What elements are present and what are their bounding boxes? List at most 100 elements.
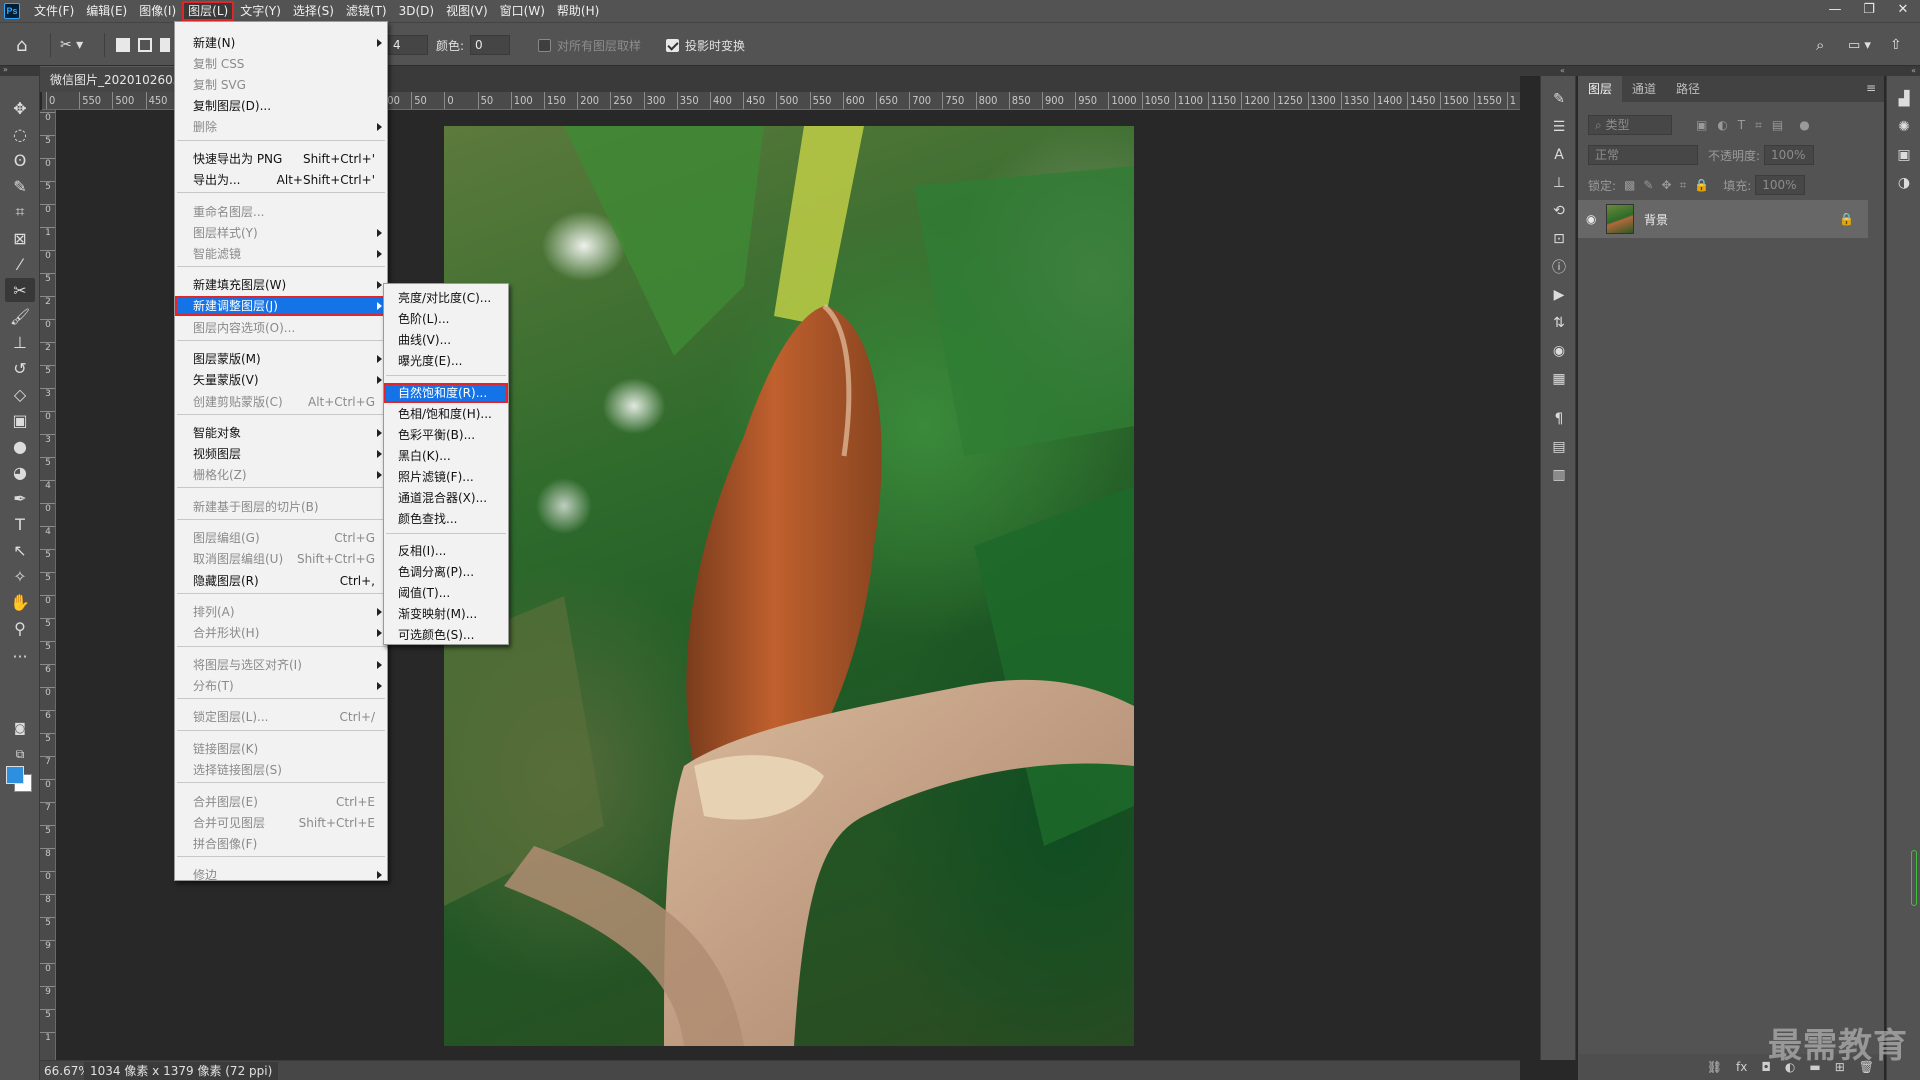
collapse-left-icon[interactable]: « bbox=[1560, 66, 1565, 75]
menu-edit[interactable]: 编辑(E) bbox=[80, 1, 133, 21]
menu-image[interactable]: 图像(I) bbox=[133, 1, 182, 21]
projected-transform-checkbox[interactable] bbox=[666, 38, 679, 52]
info-icon[interactable]: ⓘ bbox=[1547, 256, 1571, 278]
layer-menu-item[interactable]: 取消图层编组(U) Shift+Ctrl+G bbox=[175, 549, 387, 569]
menu-type[interactable]: 文字(Y) bbox=[234, 1, 287, 21]
layer-row-background[interactable]: ◉ 背景 🔒 bbox=[1578, 200, 1868, 238]
layer-menu-item[interactable]: 合并可见图层 Shift+Ctrl+E bbox=[175, 813, 387, 833]
more-tools-icon[interactable]: ··· bbox=[5, 644, 35, 668]
adjustment-submenu-item[interactable]: 渐变映射(M)... bbox=[384, 604, 508, 624]
layer-menu-item[interactable]: 隐藏图层(R) Ctrl+, bbox=[175, 571, 387, 591]
panel-collapse-bar[interactable]: « « bbox=[1520, 66, 1920, 76]
layer-menu-item[interactable]: 新建(N) bbox=[175, 33, 387, 53]
filter-type-icons[interactable]: ▣◐T⌗▤ bbox=[1696, 118, 1793, 133]
character-icon[interactable]: A bbox=[1547, 144, 1571, 166]
link-layers-icon[interactable]: ⛓ bbox=[1707, 1060, 1722, 1074]
home-icon[interactable]: ⌂ bbox=[16, 23, 27, 67]
pen-tool-icon[interactable]: ✒ bbox=[5, 486, 35, 510]
export-panel-icon[interactable]: ▣ bbox=[1892, 144, 1916, 166]
filter-toggle-icon[interactable]: ● bbox=[1799, 118, 1809, 132]
layer-menu-item[interactable]: 复制 SVG bbox=[175, 75, 387, 95]
adjustment-submenu-item[interactable]: 色彩平衡(B)... bbox=[384, 425, 508, 445]
layer-menu-item[interactable]: 导出为... Alt+Shift+Ctrl+' bbox=[175, 170, 387, 190]
layer-menu-item[interactable]: 图层内容选项(O)... bbox=[175, 318, 387, 338]
share-icon[interactable]: ⇧ bbox=[1890, 23, 1902, 67]
layer-menu-item[interactable]: 创建剪贴蒙版(C) Alt+Ctrl+G bbox=[175, 392, 387, 412]
menu-layer[interactable]: 图层(L) bbox=[182, 1, 235, 21]
stamp-tool-icon[interactable]: ⊥ bbox=[5, 330, 35, 354]
gradient-tool-icon[interactable]: ▣ bbox=[5, 408, 35, 432]
color-input[interactable]: 0 bbox=[470, 35, 511, 55]
adjustment-submenu-item[interactable]: 黑白(K)... bbox=[384, 446, 508, 466]
notes-icon[interactable]: ▥ bbox=[1547, 464, 1571, 486]
layer-menu-item[interactable]: 复制 CSS bbox=[175, 54, 387, 74]
layer-menu-item[interactable]: 图层编组(G) Ctrl+G bbox=[175, 528, 387, 548]
menu-3d[interactable]: 3D(D) bbox=[393, 1, 440, 21]
layer-menu-item[interactable]: 智能对象 bbox=[175, 423, 387, 443]
menu-view[interactable]: 视图(V) bbox=[440, 1, 494, 21]
layer-menu-item[interactable]: 合并形状(H) bbox=[175, 623, 387, 643]
toolbar-collapse-icon[interactable]: » bbox=[0, 66, 40, 76]
properties-icon[interactable]: ⊡ bbox=[1547, 228, 1571, 250]
zoom-tool-icon[interactable]: ⚲ bbox=[5, 616, 35, 640]
type-tool-icon[interactable]: T bbox=[5, 512, 35, 536]
quick-select-tool-icon[interactable]: ✎ bbox=[5, 174, 35, 198]
tab-channels[interactable]: 通道 bbox=[1622, 76, 1666, 102]
color-adjust-icon[interactable]: ◑ bbox=[1892, 172, 1916, 194]
layer-menu-item[interactable]: 重命名图层... bbox=[175, 202, 387, 222]
layer-menu-item[interactable]: 选择链接图层(S) bbox=[175, 760, 387, 780]
move-tool-icon[interactable]: ✥ bbox=[5, 96, 35, 120]
layer-menu-item[interactable]: 合并图层(E) Ctrl+E bbox=[175, 792, 387, 812]
sample-all-layers-checkbox[interactable] bbox=[538, 38, 551, 52]
restore-button[interactable]: ❐ bbox=[1852, 0, 1886, 22]
marquee-tool-icon[interactable]: ◌ bbox=[5, 122, 35, 146]
eyedropper-tool-icon[interactable]: ⁄ bbox=[5, 252, 35, 276]
search-icon[interactable]: ⌕ bbox=[1816, 23, 1824, 67]
layer-menu-item[interactable]: 图层蒙版(M) bbox=[175, 349, 387, 369]
foreground-color-swatch[interactable] bbox=[6, 766, 24, 784]
layer-menu-item[interactable]: 排列(A) bbox=[175, 602, 387, 622]
swatches-icon[interactable]: ▦ bbox=[1547, 368, 1571, 390]
dodge-tool-icon[interactable]: ◕ bbox=[5, 460, 35, 484]
layer-menu-item[interactable]: 复制图层(D)... bbox=[175, 96, 387, 116]
history-icon[interactable]: ⟲ bbox=[1547, 200, 1571, 222]
panel-menu-icon[interactable]: ≡ bbox=[1866, 81, 1876, 95]
paragraph-icon[interactable]: ¶ bbox=[1547, 408, 1571, 430]
layer-menu-item[interactable]: 快速导出为 PNG Shift+Ctrl+' bbox=[175, 149, 387, 169]
layer-menu-item[interactable]: 拼合图像(F) bbox=[175, 834, 387, 854]
adjustment-submenu-item[interactable]: 自然饱和度(R)... bbox=[384, 383, 508, 403]
frame-tool-icon[interactable]: ⊠ bbox=[5, 226, 35, 250]
brush-tool-icon[interactable]: 🖌 bbox=[5, 304, 35, 328]
minimize-button[interactable]: — bbox=[1818, 0, 1852, 22]
subtract-selection-icon[interactable] bbox=[160, 38, 170, 52]
panel-scrollbar[interactable] bbox=[1911, 850, 1917, 906]
crop-tool-icon[interactable]: ⌗ bbox=[5, 200, 35, 224]
menu-file[interactable]: 文件(F) bbox=[28, 1, 80, 21]
zoom-level[interactable]: 66.67% bbox=[44, 1064, 90, 1078]
adjustment-submenu-item[interactable]: 色调分离(P)... bbox=[384, 562, 508, 582]
color-icon[interactable]: ◉ bbox=[1547, 340, 1571, 362]
content-aware-move-tool-icon[interactable]: ✂ ▾ bbox=[60, 23, 83, 67]
layer-style-icon[interactable]: fx bbox=[1736, 1060, 1747, 1074]
lasso-tool-icon[interactable]: ʘ bbox=[5, 148, 35, 172]
layer-menu-item[interactable]: 分布(T) bbox=[175, 676, 387, 696]
layer-menu-item[interactable]: 矢量蒙版(V) bbox=[175, 370, 387, 390]
visibility-eye-icon[interactable]: ◉ bbox=[1586, 212, 1600, 226]
navigator-icon[interactable]: ✺ bbox=[1892, 116, 1916, 138]
clone-source-icon[interactable]: ⊥ bbox=[1547, 172, 1571, 194]
collapse-right-icon[interactable]: « bbox=[1911, 66, 1916, 75]
menu-help[interactable]: 帮助(H) bbox=[551, 1, 605, 21]
adjustment-submenu-item[interactable]: 色阶(L)... bbox=[384, 309, 508, 329]
menu-filter[interactable]: 滤镜(T) bbox=[340, 1, 393, 21]
close-button[interactable]: ✕ bbox=[1886, 0, 1920, 22]
menu-window[interactable]: 窗口(W) bbox=[494, 1, 551, 21]
layer-menu-item[interactable]: 修边 bbox=[175, 865, 387, 885]
sample-all-layers-option[interactable]: 对所有图层取样 bbox=[538, 23, 641, 67]
adjustment-submenu-item[interactable]: 曝光度(E)... bbox=[384, 351, 508, 371]
layer-menu-item[interactable]: 新建基于图层的切片(B) bbox=[175, 497, 387, 517]
adjustment-submenu-item[interactable]: 色相/饱和度(H)... bbox=[384, 404, 508, 424]
tab-layers[interactable]: 图层 bbox=[1578, 76, 1623, 102]
workspace-icon[interactable]: ▭ ▾ bbox=[1848, 23, 1871, 67]
tab-paths[interactable]: 路径 bbox=[1666, 76, 1710, 102]
layer-menu-item[interactable]: 栅格化(Z) bbox=[175, 465, 387, 485]
